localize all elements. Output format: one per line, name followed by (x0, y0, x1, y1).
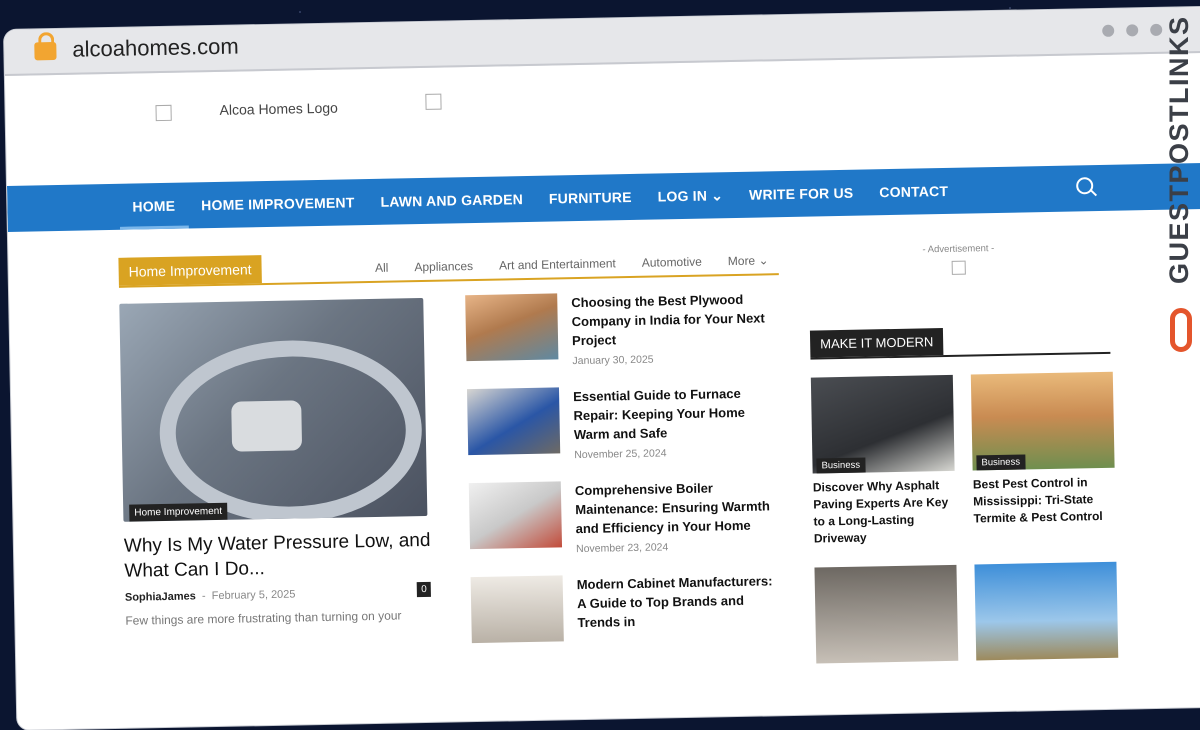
lock-icon (34, 41, 57, 61)
browser-window: alcoahomes.com Alcoa Homes Logo HOME HOM… (4, 6, 1200, 730)
guestpostlinks-badge: GUESTPOSTLINKS (1160, 15, 1200, 356)
featured-category-tag[interactable]: Home Improvement (129, 502, 228, 522)
featured-meta: SophiaJames - February 5, 2025 0 (125, 581, 433, 604)
sidebar: - Advertisement - MAKE IT MODERN Busines… (808, 241, 1119, 664)
sidebar-section-label[interactable]: MAKE IT MODERN (809, 328, 944, 358)
tab-automotive[interactable]: Automotive (642, 255, 702, 270)
article-list: Choosing the Best Plywood Company in Ind… (465, 289, 782, 671)
grid-post-image[interactable]: Business (810, 374, 955, 474)
grid-post-tag[interactable]: Business (976, 454, 1026, 471)
nav-item-log-in[interactable]: LOG IN ⌄ (644, 172, 736, 220)
image-shape (231, 400, 303, 452)
grid-post (814, 564, 959, 664)
list-item-title[interactable]: Modern Cabinet Manufacturers: A Guide to… (577, 571, 782, 632)
post-date: February 5, 2025 (211, 588, 296, 603)
nav-item-home-improvement[interactable]: HOME IMPROVEMENT (188, 179, 368, 228)
broken-image-icon (155, 104, 172, 122)
url-text[interactable]: alcoahomes.com (72, 34, 239, 63)
featured-image[interactable]: Home Improvement (119, 298, 428, 522)
nav-item-lawn-and-garden[interactable]: LAWN AND GARDEN (367, 176, 536, 225)
sidebar-grid: Business Discover Why Asphalt Paving Exp… (810, 371, 1119, 664)
list-thumbnail[interactable] (468, 481, 563, 550)
grid-post: Business Best Pest Control in Mississipp… (970, 371, 1116, 545)
list-item: Modern Cabinet Manufacturers: A Guide to… (470, 571, 783, 671)
broken-image-icon (425, 93, 442, 110)
site-logo[interactable]: Alcoa Homes Logo (155, 99, 339, 122)
grid-post-image[interactable] (814, 564, 959, 664)
main-content: Home Improvement All Appliances Art and … (118, 245, 779, 644)
category-tabs: All Appliances Art and Entertainment Aut… (375, 253, 769, 275)
nav-item-contact[interactable]: CONTACT (866, 168, 962, 216)
list-item: Comprehensive Boiler Maintenance: Ensuri… (468, 477, 781, 577)
list-item-title[interactable]: Essential Guide to Furnace Repair: Keepi… (573, 383, 778, 444)
grid-post-tag[interactable]: Business (816, 457, 866, 474)
sidebar-section-bar: MAKE IT MODERN (809, 323, 1111, 360)
tab-more-label: More (727, 253, 756, 269)
featured-excerpt: Few things are more frustrating than tur… (125, 608, 402, 628)
window-dot-icon[interactable] (1126, 24, 1139, 37)
tab-all[interactable]: All (375, 261, 389, 275)
grid-post-title[interactable]: Best Pest Control in Mississippi: Tri-St… (973, 474, 1116, 528)
list-thumbnail[interactable] (465, 293, 559, 362)
grid-post: Business Discover Why Asphalt Paving Exp… (810, 374, 956, 548)
broken-image-icon[interactable] (951, 260, 966, 275)
search-icon[interactable] (1076, 177, 1094, 195)
comment-count[interactable]: 0 (417, 581, 431, 598)
nav-item-write-for-us[interactable]: WRITE FOR US (736, 169, 867, 217)
tab-art-and-entertainment[interactable]: Art and Entertainment (499, 256, 616, 272)
list-item-date: November 25, 2024 (574, 447, 667, 462)
tab-more[interactable]: More ⌄ (728, 253, 769, 268)
grid-post-image[interactable] (974, 561, 1119, 661)
nav-item-log-in-label: LOG IN (657, 187, 708, 205)
nav-item-furniture[interactable]: FURNITURE (536, 174, 646, 222)
list-item-title[interactable]: Choosing the Best Plywood Company in Ind… (571, 289, 776, 350)
link-icon (1170, 308, 1192, 352)
list-item-date (578, 633, 782, 637)
chevron-down-icon: ⌄ (758, 253, 769, 268)
window-controls (1102, 23, 1163, 37)
grid-post (974, 561, 1119, 661)
featured-title[interactable]: Why Is My Water Pressure Low, and What C… (124, 528, 433, 584)
window-dot-icon[interactable] (1150, 23, 1163, 36)
tab-appliances[interactable]: Appliances (414, 259, 473, 274)
badge-text: GUESTPOSTLINKS (1164, 15, 1194, 284)
list-item: Essential Guide to Furnace Repair: Keepi… (466, 383, 779, 483)
grid-post-image[interactable]: Business (970, 371, 1115, 471)
list-item-date: January 30, 2025 (572, 353, 654, 368)
author-name[interactable]: SophiaJames (125, 590, 196, 603)
featured-article: Home Improvement Why Is My Water Pressur… (119, 298, 433, 628)
logo-alt-text: Alcoa Homes Logo (219, 99, 339, 118)
list-item-title[interactable]: Comprehensive Boiler Maintenance: Ensuri… (575, 477, 780, 538)
nav-item-home[interactable]: HOME (119, 183, 189, 230)
list-item-date: November 23, 2024 (575, 541, 669, 556)
list-thumbnail[interactable] (470, 575, 564, 644)
window-dot-icon[interactable] (1102, 24, 1115, 37)
list-thumbnail[interactable] (466, 387, 561, 456)
grid-post-title[interactable]: Discover Why Asphalt Paving Experts Are … (813, 477, 956, 548)
category-label[interactable]: Home Improvement (118, 255, 262, 286)
advertisement-label: - Advertisement - (922, 243, 995, 256)
category-bar: Home Improvement All Appliances Art and … (118, 245, 779, 288)
list-item: Choosing the Best Plywood Company in Ind… (465, 289, 777, 389)
chevron-down-icon: ⌄ (710, 187, 724, 204)
